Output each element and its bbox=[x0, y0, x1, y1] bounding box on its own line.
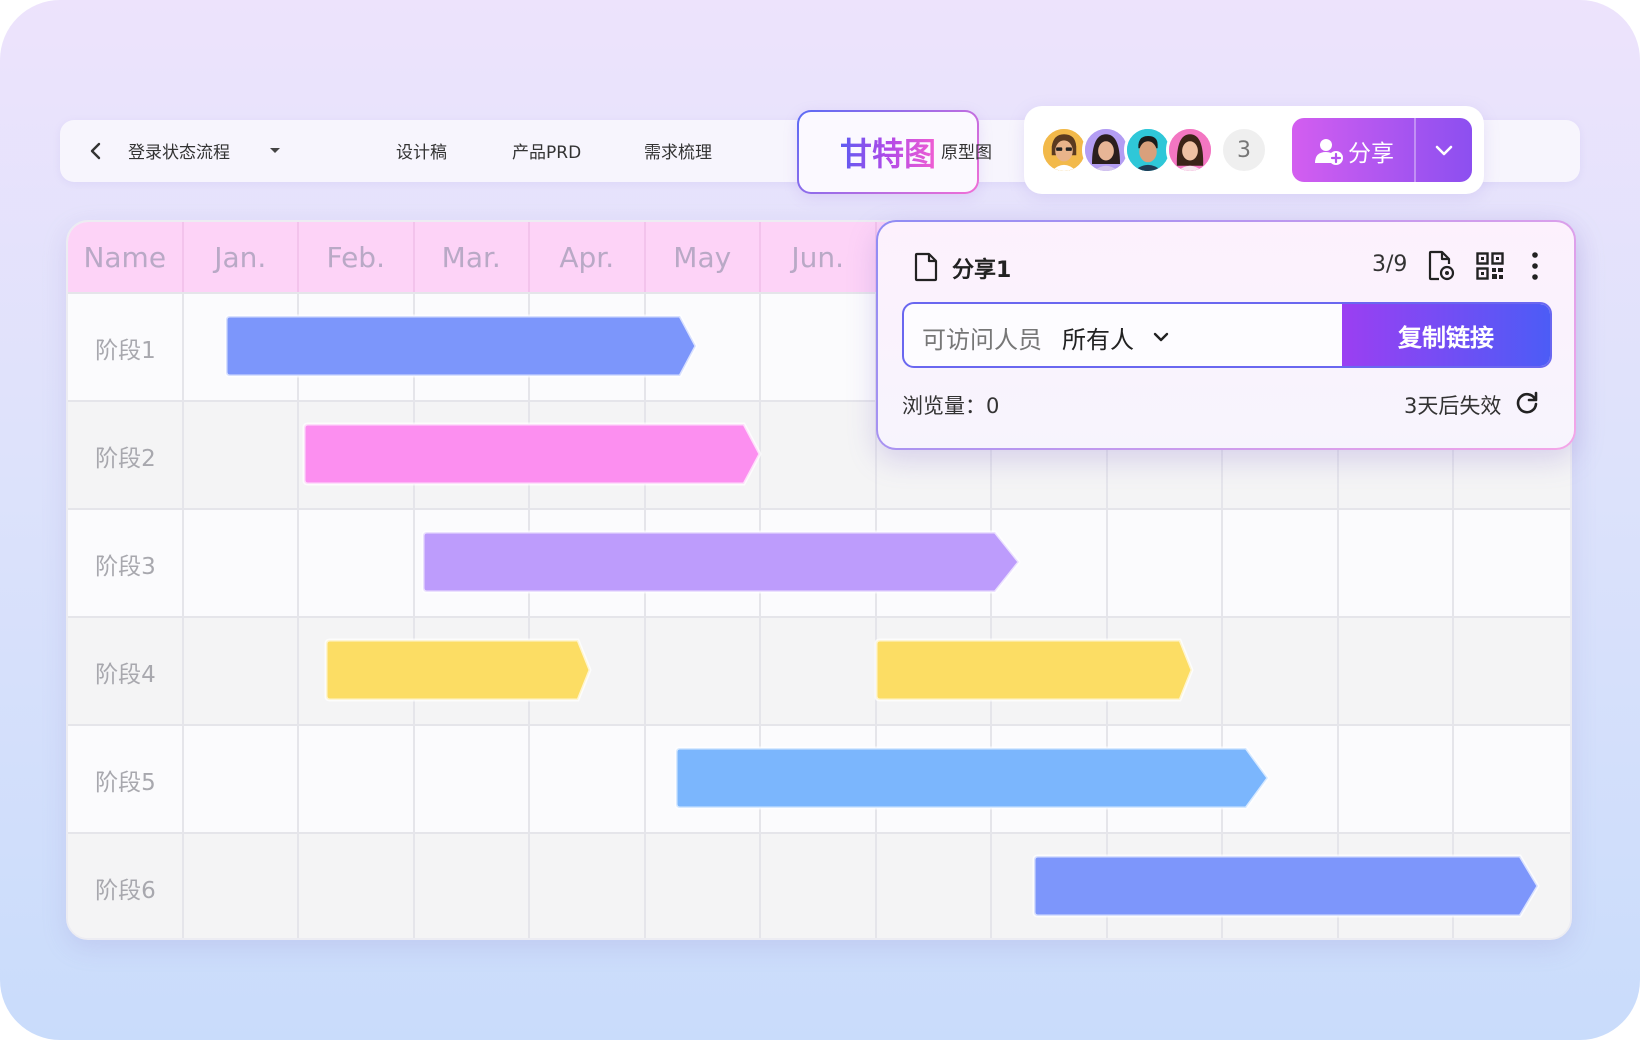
tab-design[interactable]: 设计稿 bbox=[396, 138, 447, 163]
header-cell-feb: Feb. bbox=[299, 222, 415, 292]
qrcode-icon[interactable] bbox=[1476, 252, 1504, 280]
gantt-bar-phase4a[interactable] bbox=[324, 638, 592, 702]
row-label: 阶段3 bbox=[95, 554, 156, 580]
share-name: 分享1 bbox=[952, 258, 1012, 283]
row-label: 阶段1 bbox=[95, 338, 156, 364]
gantt-bar-phase3-shape bbox=[421, 530, 1021, 594]
grid-line bbox=[182, 292, 184, 938]
gantt-bar-phase4b[interactable] bbox=[874, 638, 1194, 702]
gantt-bar-phase3[interactable] bbox=[421, 530, 1021, 594]
table-row: 阶段4 bbox=[68, 616, 1570, 724]
avatar[interactable] bbox=[1166, 126, 1214, 174]
tab-requirements[interactable]: 需求梳理 bbox=[644, 138, 712, 163]
row-label: 阶段6 bbox=[95, 878, 156, 904]
grid-line bbox=[759, 292, 761, 938]
gantt-bar-phase5-shape bbox=[674, 746, 1270, 810]
header-cell-apr: Apr. bbox=[530, 222, 646, 292]
access-value-select[interactable]: 所有人 bbox=[1062, 320, 1134, 355]
share-button-label: 分享 bbox=[1348, 141, 1394, 167]
extra-count-label: 3 bbox=[1237, 137, 1251, 163]
caret-down-icon[interactable] bbox=[265, 140, 285, 160]
avatar[interactable] bbox=[1082, 126, 1130, 174]
chevron-down-icon bbox=[1435, 145, 1453, 156]
gantt-bar-phase5[interactable] bbox=[674, 746, 1270, 810]
gantt-bar-phase2[interactable] bbox=[302, 422, 762, 486]
avatar-3-icon bbox=[1127, 129, 1169, 171]
file-view-icon[interactable] bbox=[1426, 250, 1456, 282]
grid-line bbox=[528, 292, 530, 938]
avatar-4-icon bbox=[1169, 129, 1211, 171]
chevron-down-icon[interactable] bbox=[1150, 326, 1172, 348]
expiry-text: 3天后失效 bbox=[1404, 394, 1502, 418]
gantt-bar-phase6-shape bbox=[1032, 854, 1540, 918]
gantt-bar-phase4a-shape bbox=[324, 638, 592, 702]
access-label: 可访问人员 bbox=[922, 326, 1042, 354]
share-dropdown-button[interactable] bbox=[1416, 118, 1472, 182]
grid-line bbox=[413, 292, 415, 938]
avatar-1-icon bbox=[1043, 129, 1085, 171]
header-cell-name: Name bbox=[68, 222, 184, 292]
document-title[interactable]: 登录状态流程 bbox=[128, 138, 230, 163]
gantt-bar-phase1-shape bbox=[224, 314, 698, 378]
gantt-bar-phase2-shape bbox=[302, 422, 762, 486]
share-counter: 3/9 bbox=[1372, 252, 1408, 277]
row-label: 阶段2 bbox=[95, 446, 156, 472]
chevron-left-icon[interactable] bbox=[82, 137, 110, 165]
refresh-icon[interactable] bbox=[1514, 390, 1540, 416]
gantt-bar-phase6[interactable] bbox=[1032, 854, 1540, 918]
more-vertical-icon[interactable] bbox=[1528, 250, 1542, 282]
view-count: 浏览量：0 bbox=[902, 394, 1000, 418]
grid-line bbox=[297, 292, 299, 938]
avatar[interactable] bbox=[1040, 126, 1088, 174]
person-add-icon bbox=[1315, 139, 1343, 165]
grid-line bbox=[644, 292, 646, 938]
gantt-bar-phase1[interactable] bbox=[224, 314, 698, 378]
app-canvas: 登录状态流程 设计稿 产品PRD 需求梳理 甘特图 原型图 3 分享 阶段1 阶… bbox=[0, 0, 1640, 1040]
header-cell-mar: Mar. bbox=[415, 222, 530, 292]
extra-collaborators-count[interactable]: 3 bbox=[1220, 126, 1268, 174]
copy-link-button[interactable]: 复制链接 bbox=[1342, 304, 1550, 366]
tab-prd[interactable]: 产品PRD bbox=[512, 138, 581, 163]
tab-gantt-label: 甘特图 bbox=[840, 129, 936, 175]
avatar-2-icon bbox=[1085, 129, 1127, 171]
access-permission-field: 可访问人员 所有人 复制链接 bbox=[902, 302, 1552, 368]
share-popup: 分享1 3/9 可访问人员 所有人 复制链接 浏览量：0 3天后失效 bbox=[876, 220, 1576, 450]
header-cell-jun: Jun. bbox=[761, 222, 877, 292]
share-button[interactable]: 分享 bbox=[1292, 118, 1472, 182]
tab-prototype[interactable]: 原型图 bbox=[941, 138, 992, 163]
row-label: 阶段4 bbox=[95, 662, 156, 688]
collaborators-panel: 3 分享 bbox=[1024, 106, 1484, 194]
header-cell-jan: Jan. bbox=[184, 222, 299, 292]
avatar[interactable] bbox=[1124, 126, 1172, 174]
row-label: 阶段5 bbox=[95, 770, 156, 796]
file-icon bbox=[914, 252, 938, 282]
header-cell-may: May bbox=[646, 222, 761, 292]
gantt-bar-phase4b-shape bbox=[874, 638, 1194, 702]
